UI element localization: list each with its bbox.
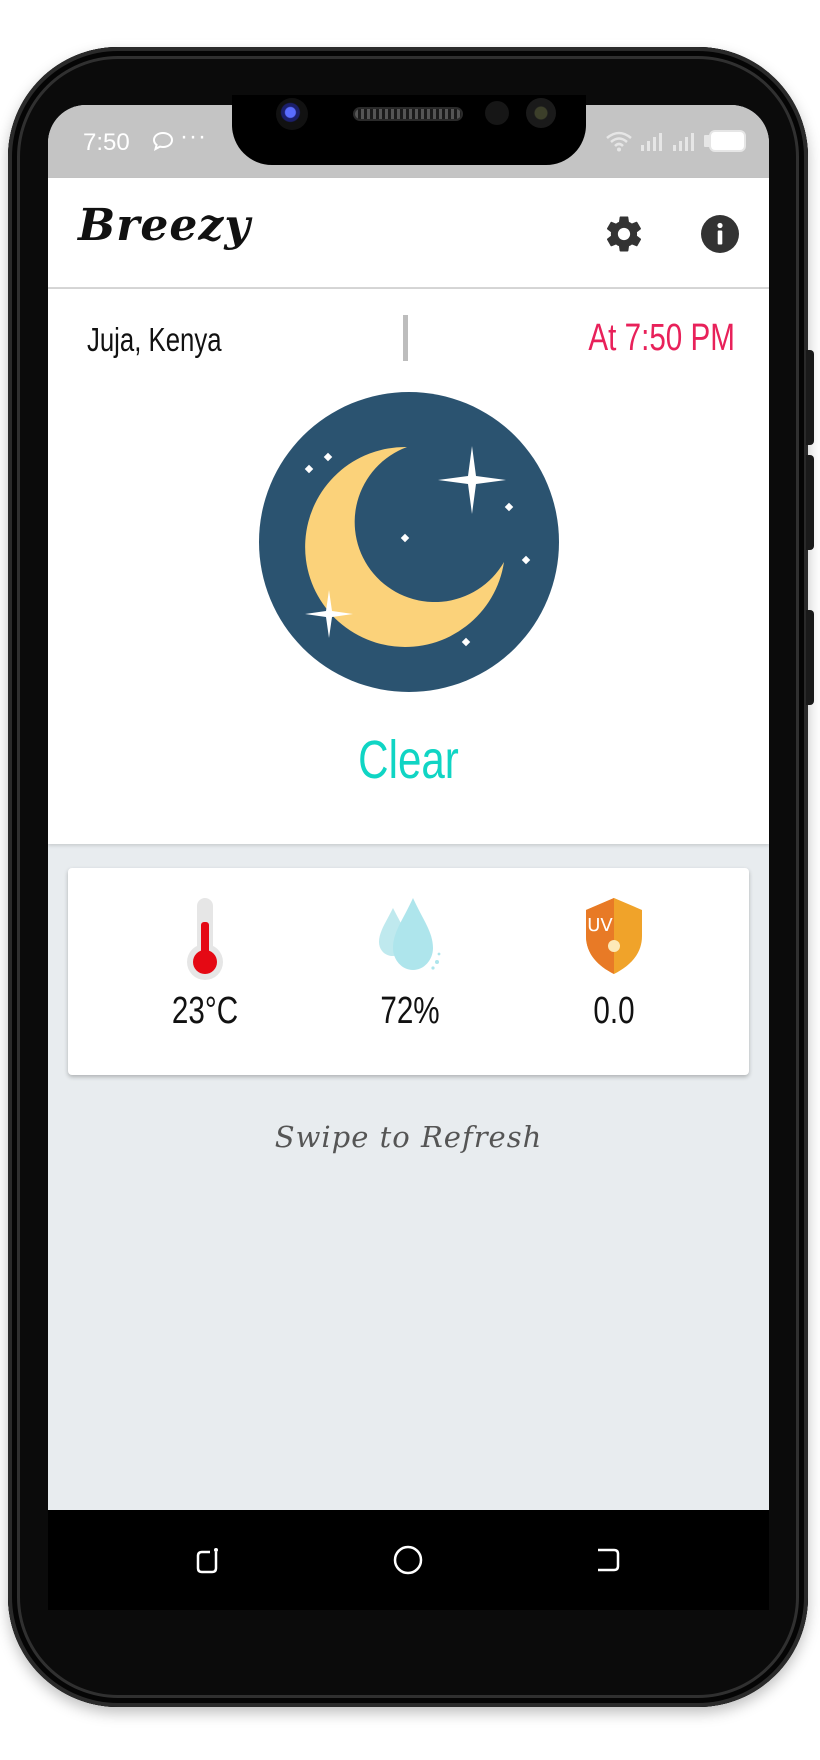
- temperature-value: 23°C: [171, 990, 239, 1032]
- more-notifications-icon: ···: [180, 123, 207, 150]
- home-icon[interactable]: [390, 1542, 426, 1578]
- header-divider: [403, 315, 408, 361]
- gear-icon[interactable]: [603, 213, 645, 255]
- status-indicators: [605, 129, 747, 153]
- info-icon[interactable]: [700, 214, 740, 254]
- app-bar: Breezy: [48, 178, 769, 289]
- thermometer-icon: [187, 898, 223, 980]
- back-icon[interactable]: [590, 1542, 626, 1578]
- swipe-refresh-hint: Swipe to Refresh: [274, 1120, 543, 1154]
- uv-stat: UV 0.0: [544, 896, 684, 1033]
- power-button: [806, 610, 814, 705]
- volume-up-button: [806, 350, 814, 445]
- recent-apps-icon[interactable]: [190, 1542, 226, 1578]
- wifi-icon: [606, 131, 632, 152]
- proximity-sensor: [485, 101, 509, 125]
- temperature-stat: 23°C: [135, 896, 275, 1033]
- water-drops-icon: [379, 898, 441, 970]
- uv-value: 0.0: [593, 990, 635, 1032]
- current-weather-panel: Juja, Kenya At 7:50 PM Clear: [48, 289, 769, 844]
- moon-stars-icon: [259, 392, 559, 692]
- location-label[interactable]: Juja, Kenya: [87, 321, 222, 359]
- uv-shield-icon: UV: [586, 898, 642, 974]
- app-title: Breezy: [78, 200, 251, 251]
- screen: 7:50 ··· Breezy Juja, Kenya At 7:50 PM C…: [48, 105, 769, 1510]
- secondary-camera: [526, 98, 556, 128]
- humidity-value: 72%: [380, 990, 440, 1032]
- front-camera: [276, 98, 308, 130]
- weather-condition: Clear: [358, 730, 459, 790]
- weather-stats-card: 23°C 72% UV 0.0: [68, 868, 749, 1075]
- uv-badge-u: UV: [587, 915, 613, 936]
- chat-notification-icon: [152, 131, 174, 151]
- battery-icon: [704, 130, 746, 152]
- humidity-stat: 72%: [340, 896, 480, 1033]
- signal-icon-sim1: [641, 133, 662, 151]
- status-time: 7:50: [83, 129, 130, 156]
- signal-icon-sim2: [673, 133, 694, 151]
- volume-down-button: [806, 455, 814, 550]
- earpiece-speaker: [353, 107, 463, 121]
- updated-time: At 7:50 PM: [588, 317, 735, 359]
- navigation-bar: [48, 1510, 769, 1610]
